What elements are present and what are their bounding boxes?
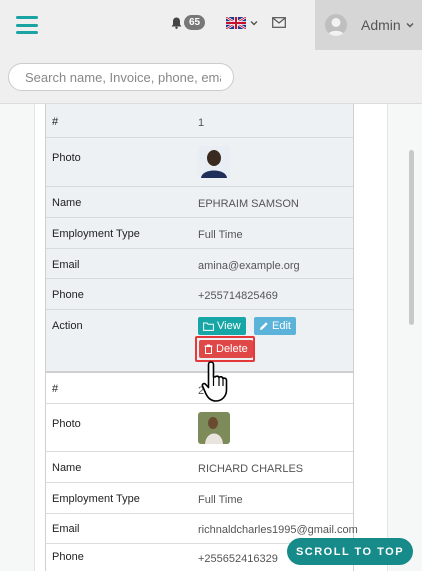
table-row: Name EPHRAIM SAMSON: [46, 187, 353, 218]
employee-photo[interactable]: [198, 146, 230, 178]
chevron-down-icon: [406, 23, 414, 28]
user-menu[interactable]: Admin: [315, 0, 422, 50]
field-label: Employment Type: [52, 228, 140, 240]
user-name: Admin: [361, 17, 401, 33]
field-label: Phone: [52, 289, 84, 301]
field-label: #: [52, 116, 59, 128]
table-row: # 2: [46, 373, 353, 404]
record-number: 1: [198, 117, 205, 129]
delete-label: Delete: [216, 343, 248, 355]
employee-name: RICHARD CHARLES: [198, 463, 304, 475]
person-photo-icon: [198, 412, 230, 444]
chevron-down-icon: [250, 21, 258, 26]
mail-icon[interactable]: [272, 17, 286, 28]
view-label: View: [217, 320, 241, 332]
field-label: Email: [52, 523, 80, 535]
field-label: Name: [52, 197, 82, 209]
employee-email: richnaldcharles1995@gmail.com: [198, 524, 358, 536]
field-label: #: [52, 383, 59, 395]
folder-icon: [203, 322, 214, 331]
trash-icon: [204, 344, 213, 354]
record-number: 2: [198, 385, 205, 397]
employee-phone: +255652416329: [198, 553, 278, 565]
table-row: Employment Type Full Time: [46, 483, 353, 514]
field-label: Name: [52, 462, 82, 474]
table-row: Photo: [46, 138, 353, 187]
avatar: [325, 14, 347, 36]
bell-icon: [171, 17, 182, 29]
record-card: # 1 Photo Name EPHRAIM SAMSON Employment…: [45, 104, 354, 372]
uk-flag-icon: [226, 17, 246, 29]
scrollbar-thumb[interactable]: [409, 150, 414, 325]
top-header: 65 Admin: [0, 0, 422, 104]
notification-count-badge: 65: [184, 15, 206, 30]
pencil-icon: [260, 322, 268, 330]
person-photo-icon: [198, 146, 230, 178]
language-selector[interactable]: [226, 17, 258, 29]
table-row: Name RICHARD CHARLES: [46, 452, 353, 483]
field-label: Employment Type: [52, 493, 140, 505]
user-silhouette-icon: [327, 18, 345, 36]
scroll-to-top-button[interactable]: SCROLL TO TOP: [287, 538, 413, 565]
menu-toggle-icon[interactable]: [16, 16, 38, 34]
employee-phone: +255714825469: [198, 290, 278, 302]
employee-name: EPHRAIM SAMSON: [198, 198, 299, 210]
table-row: # 1: [46, 104, 353, 138]
employee-email: amina@example.org: [198, 260, 300, 272]
employment-type: Full Time: [198, 494, 243, 506]
table-row: Email amina@example.org: [46, 249, 353, 279]
field-label: Email: [52, 259, 80, 271]
search-input[interactable]: [8, 63, 234, 91]
employment-type: Full Time: [198, 229, 243, 241]
field-label: Phone: [52, 551, 84, 563]
edit-label: Edit: [272, 320, 291, 332]
field-label: Photo: [52, 418, 81, 430]
table-row: Photo: [46, 404, 353, 452]
edit-button[interactable]: Edit: [254, 317, 296, 335]
table-row: Employment Type Full Time: [46, 218, 353, 249]
view-button[interactable]: View: [198, 317, 246, 335]
field-label: Action: [52, 320, 83, 332]
table-row: Phone +255714825469: [46, 279, 353, 310]
notifications[interactable]: 65: [171, 15, 206, 30]
field-label: Photo: [52, 152, 81, 164]
delete-button[interactable]: Delete: [199, 340, 253, 358]
employee-photo[interactable]: [198, 412, 230, 444]
